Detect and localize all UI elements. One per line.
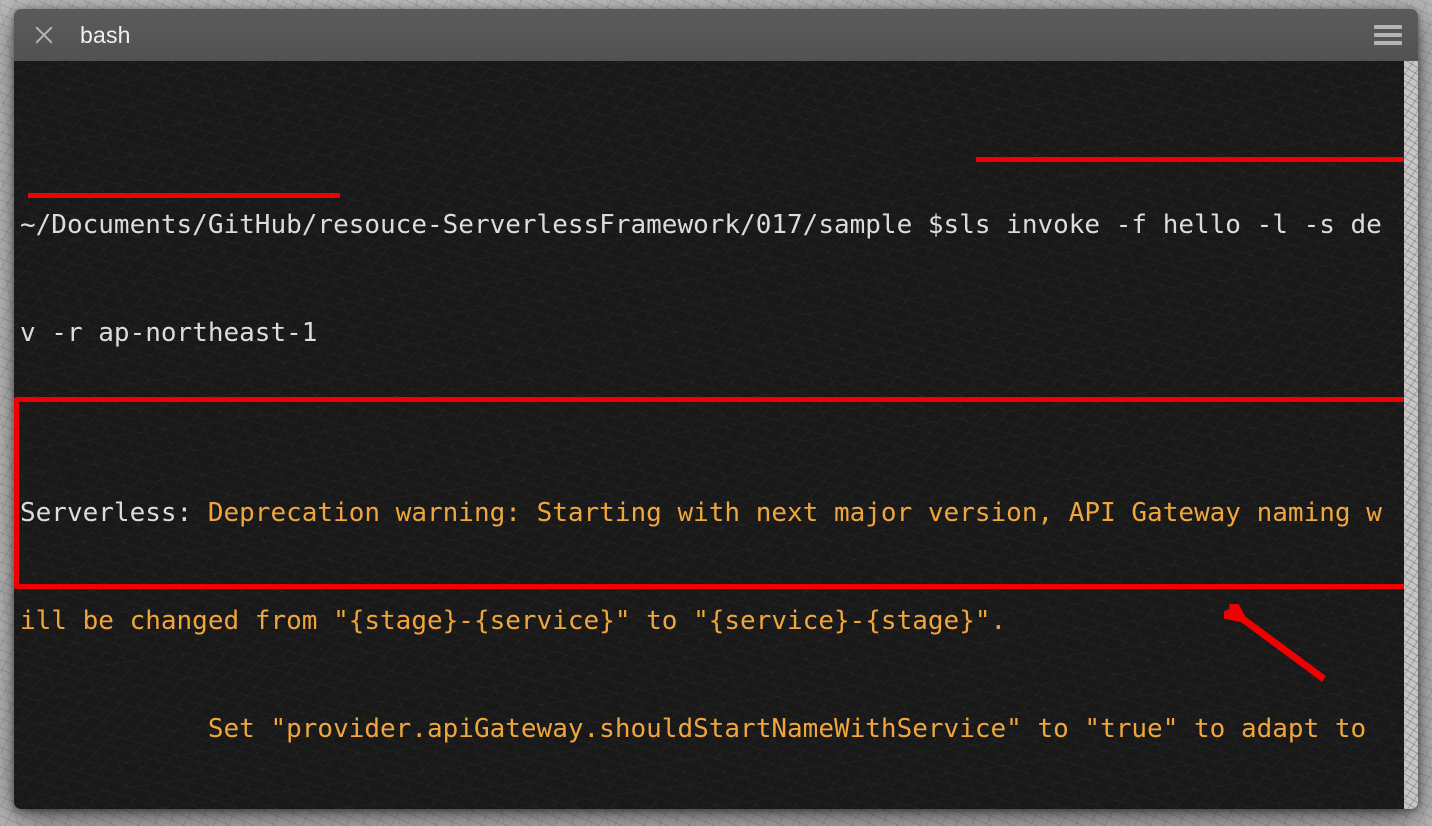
prompt-line-1: ~/Documents/GitHub/resouce-ServerlessFra… [20,207,1418,243]
terminal-body[interactable]: ~/Documents/GitHub/resouce-ServerlessFra… [14,61,1418,809]
close-icon[interactable] [32,23,56,47]
window-titlebar: bash [14,9,1418,61]
serverless-label: Serverless: [20,498,208,528]
warning-line-3: Set "provider.apiGateway.shouldStartName… [20,711,1418,747]
warning-line-3-text: Set "provider.apiGateway.shouldStartName… [20,714,1367,744]
hamburger-menu-icon[interactable] [1374,25,1402,45]
prompt-line-1-text: ~/Documents/GitHub/resouce-ServerlessFra… [20,210,1382,240]
warning-line-1-text: Deprecation warning: Starting with next … [207,498,1382,528]
warning-line-2-text: ill be changed from "{stage}-{service}" … [20,606,1007,636]
terminal-output: ~/Documents/GitHub/resouce-ServerlessFra… [20,63,1418,809]
prompt-line-2-text: v -r ap-northeast-1 [20,318,318,348]
warning-line-2: ill be changed from "{stage}-{service}" … [20,603,1418,639]
window-right-edge-strip [1404,61,1418,809]
prompt-line-2: v -r ap-northeast-1 [20,315,1418,351]
tab-title[interactable]: bash [80,22,131,49]
terminal-window: bash ~/Documents/GitHub/resouce-Serverle… [14,9,1418,809]
warning-line-1: Serverless: Deprecation warning: Startin… [20,495,1418,531]
